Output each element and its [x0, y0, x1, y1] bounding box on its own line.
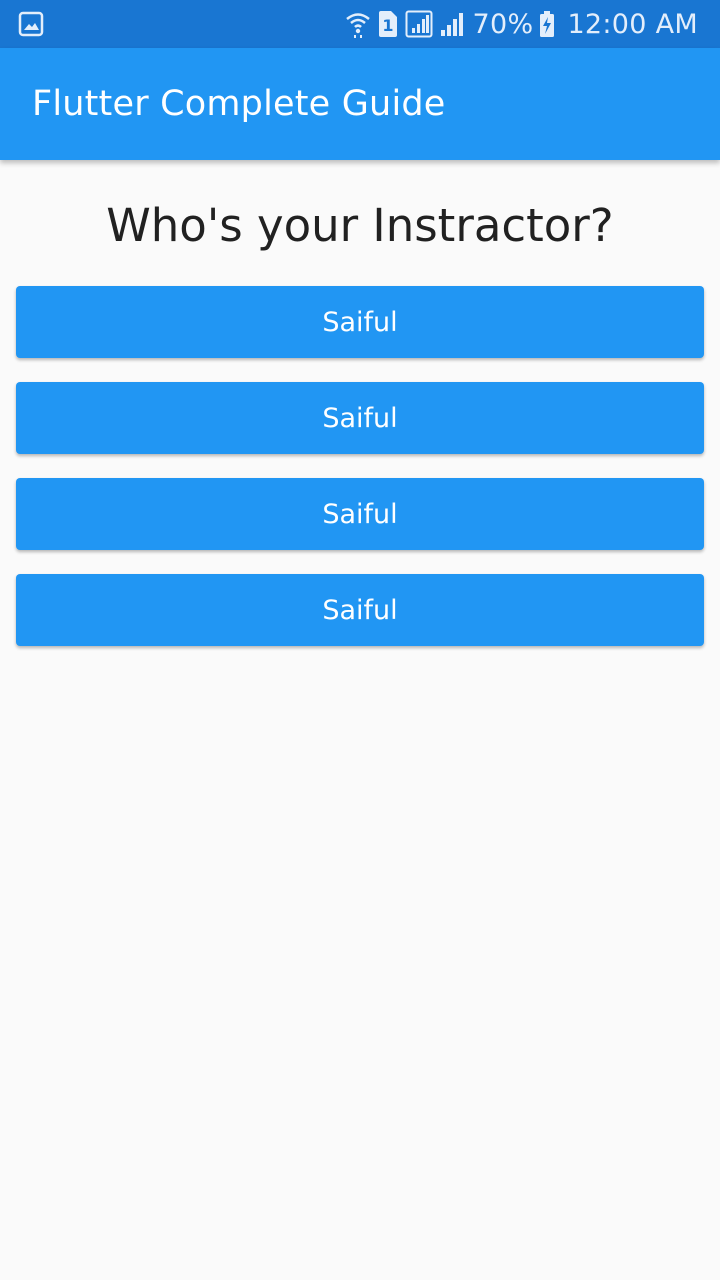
app-title: Flutter Complete Guide — [32, 84, 446, 124]
status-time: 12:00 AM — [567, 8, 698, 40]
answer-list: Saiful Saiful Saiful Saiful — [16, 286, 704, 670]
svg-text:1: 1 — [382, 16, 393, 35]
answer-button-2[interactable]: Saiful — [16, 382, 704, 454]
signal-boxed-icon — [405, 10, 433, 38]
status-right: 1 70% 12:00 AM — [345, 9, 698, 40]
status-left — [18, 11, 345, 37]
wifi-icon — [345, 10, 371, 38]
battery-percent: 70% — [472, 8, 534, 40]
answer-button-3[interactable]: Saiful — [16, 478, 704, 550]
battery-charging-icon — [539, 10, 555, 38]
signal-icon — [439, 10, 467, 38]
answer-button-4[interactable]: Saiful — [16, 574, 704, 646]
question-text: Who's your Instractor? — [106, 199, 614, 252]
main-content: Who's your Instractor? Saiful Saiful Sai… — [0, 160, 720, 1280]
status-bar: 1 70% 12:00 AM — [0, 0, 720, 48]
sim-1-icon: 1 — [377, 10, 399, 38]
answer-button-1[interactable]: Saiful — [16, 286, 704, 358]
gallery-icon — [18, 11, 44, 37]
app-bar: Flutter Complete Guide — [0, 48, 720, 160]
